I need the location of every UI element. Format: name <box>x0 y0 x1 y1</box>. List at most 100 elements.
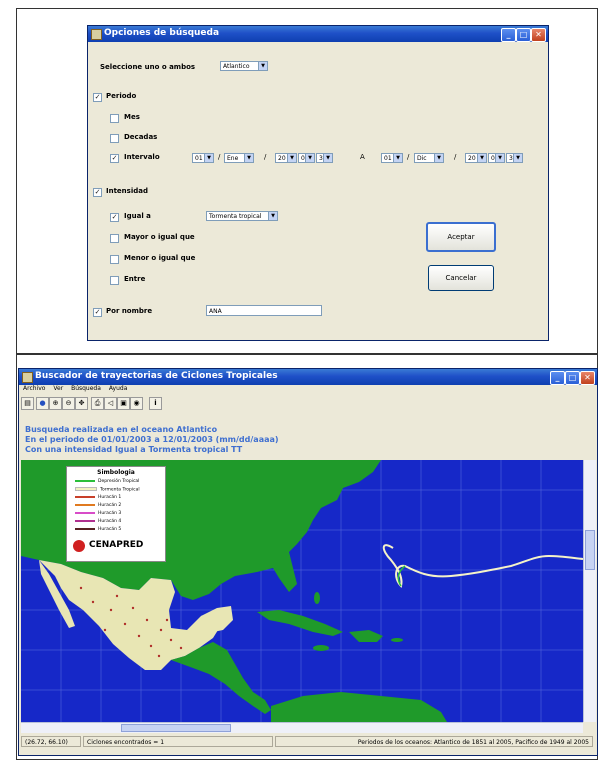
ocean-select-value: Atlantico <box>223 63 250 70</box>
date-slash: / <box>218 153 221 161</box>
ocean-select[interactable]: Atlantico ▼ <box>220 61 268 71</box>
from-year-select[interactable]: 3 ▼ <box>316 153 333 163</box>
por-nombre-checkbox[interactable]: ✓ <box>93 308 102 317</box>
mayor-checkbox[interactable] <box>110 234 119 243</box>
chevron-down-icon: ▼ <box>268 212 277 220</box>
save-icon[interactable]: ▣ <box>117 397 130 410</box>
minimize-icon[interactable]: _ <box>550 371 565 385</box>
chevron-down-icon: ▼ <box>323 154 332 162</box>
map-view[interactable]: Simbologia Depresión Tropical Tormenta T… <box>21 460 583 722</box>
legend-swatch <box>75 479 95 482</box>
pan-icon[interactable]: ✥ <box>75 397 88 410</box>
jamaica <box>313 645 329 651</box>
entre-checkbox[interactable] <box>110 276 119 285</box>
to-day-value: 01 <box>384 155 392 162</box>
print-icon[interactable]: ⎙ <box>91 397 104 410</box>
to-day-select[interactable]: 01 ▼ <box>381 153 403 163</box>
cancel-button[interactable]: Cancelar <box>428 265 494 291</box>
status-bar: (26.72, 66.10) Ciclones encontrados = 1 … <box>21 735 595 749</box>
scroll-thumb[interactable] <box>585 530 595 570</box>
to-century-select[interactable]: 20 ▼ <box>465 153 487 163</box>
menu-ayuda[interactable]: Ayuda <box>109 385 128 392</box>
minimize-icon[interactable]: _ <box>501 28 516 42</box>
legend-item: Depresión Tropical <box>75 479 139 484</box>
vertical-scrollbar[interactable] <box>583 460 596 722</box>
chevron-down-icon: ▼ <box>513 154 522 162</box>
to-century-value: 20 <box>468 155 476 162</box>
info-icon[interactable]: i <box>149 397 162 410</box>
legend-item: Huracán 5 <box>75 527 121 532</box>
zoom-in-icon[interactable]: ⊕ <box>49 397 62 410</box>
intervalo-checkbox[interactable]: ✓ <box>110 154 119 163</box>
cenapred-logo-text: CENAPRED <box>89 540 144 550</box>
legend-swatch <box>75 527 95 530</box>
chevron-down-icon: ▼ <box>305 154 314 162</box>
status-found: Ciclones encontrados = 1 <box>83 736 273 747</box>
cenapred-logo-icon <box>73 540 85 552</box>
chevron-down-icon: ▼ <box>287 154 296 162</box>
legend-label: Huracán 4 <box>98 519 122 524</box>
close-icon[interactable]: ✕ <box>531 28 546 42</box>
info-line-1: Busqueda realizada en el oceano Atlantic… <box>25 425 218 434</box>
mayor-label: Mayor o igual que <box>124 233 195 241</box>
menu-ver[interactable]: Ver <box>53 385 63 392</box>
hispaniola <box>349 630 383 642</box>
from-day-select[interactable]: 01 ▼ <box>192 153 214 163</box>
to-month-select[interactable]: Dic ▼ <box>414 153 444 163</box>
periodo-checkbox[interactable]: ✓ <box>93 93 102 102</box>
globe-icon[interactable]: ● <box>36 397 49 410</box>
chevron-down-icon: ▼ <box>244 154 253 162</box>
settings-icon[interactable]: ◉ <box>130 397 143 410</box>
legend-item: Huracán 4 <box>75 519 121 524</box>
legend-label: Huracán 5 <box>98 527 122 532</box>
menor-checkbox[interactable] <box>110 255 119 264</box>
folder-icon[interactable]: ▤ <box>21 397 34 410</box>
legend-label: Huracán 3 <box>98 511 122 516</box>
from-day-value: 01 <box>195 155 203 162</box>
igual-checkbox[interactable]: ✓ <box>110 213 119 222</box>
menu-busqueda[interactable]: Búsqueda <box>71 385 101 392</box>
to-year-select[interactable]: 3 ▼ <box>506 153 523 163</box>
mes-checkbox[interactable] <box>110 114 119 123</box>
app-icon <box>91 29 102 40</box>
menu-archivo[interactable]: Archivo <box>23 385 45 392</box>
legend-label: Huracán 2 <box>98 503 122 508</box>
intensidad-checkbox[interactable]: ✓ <box>93 188 102 197</box>
from-century-select[interactable]: 20 ▼ <box>275 153 297 163</box>
back-icon[interactable]: ◁ <box>104 397 117 410</box>
intensity-select-value: Tormenta tropical <box>209 213 262 220</box>
maximize-icon[interactable]: □ <box>516 28 531 42</box>
south-america <box>271 692 447 722</box>
legend-swatch <box>75 487 97 491</box>
dialog-titlebar[interactable]: Opciones de búsqueda _ □ ✕ <box>88 26 548 42</box>
date-slash: / <box>407 153 410 161</box>
search-options-dialog: Opciones de búsqueda _ □ ✕ Seleccione un… <box>87 25 549 341</box>
name-input[interactable]: ANA <box>206 305 322 316</box>
legend-item: Tormenta Tropical <box>75 487 140 493</box>
scroll-thumb[interactable] <box>121 724 231 732</box>
from-decade-select[interactable]: 0 ▼ <box>298 153 315 163</box>
chevron-down-icon: ▼ <box>434 154 443 162</box>
info-line-3: Con una intensidad Igual a Tormenta trop… <box>25 445 243 454</box>
decadas-checkbox[interactable] <box>110 134 119 143</box>
zoom-out-icon[interactable]: ⊖ <box>62 397 75 410</box>
app-titlebar[interactable]: Buscador de trayectorias de Ciclones Tro… <box>19 369 597 385</box>
legend-swatch <box>75 495 95 498</box>
accept-button[interactable]: Aceptar <box>426 222 496 252</box>
maximize-icon[interactable]: □ <box>565 371 580 385</box>
menor-label: Menor o igual que <box>124 254 196 262</box>
intensity-select[interactable]: Tormenta tropical ▼ <box>206 211 278 221</box>
legend-label: Huracán 1 <box>98 495 122 500</box>
legend-swatch <box>75 519 95 522</box>
app-icon <box>22 372 33 383</box>
to-decade-select[interactable]: 0 ▼ <box>488 153 505 163</box>
to-month-value: Dic <box>417 155 427 162</box>
legend-item: Huracán 3 <box>75 511 121 516</box>
from-month-select[interactable]: Ene ▼ <box>224 153 254 163</box>
date-range-separator: A <box>360 153 365 161</box>
horizontal-scrollbar[interactable] <box>21 722 583 733</box>
close-icon[interactable]: ✕ <box>580 371 595 385</box>
select-label: Seleccione uno o ambos <box>100 63 196 71</box>
chevron-down-icon: ▼ <box>258 62 267 70</box>
menu-bar: Archivo Ver Búsqueda Ayuda <box>19 385 597 395</box>
